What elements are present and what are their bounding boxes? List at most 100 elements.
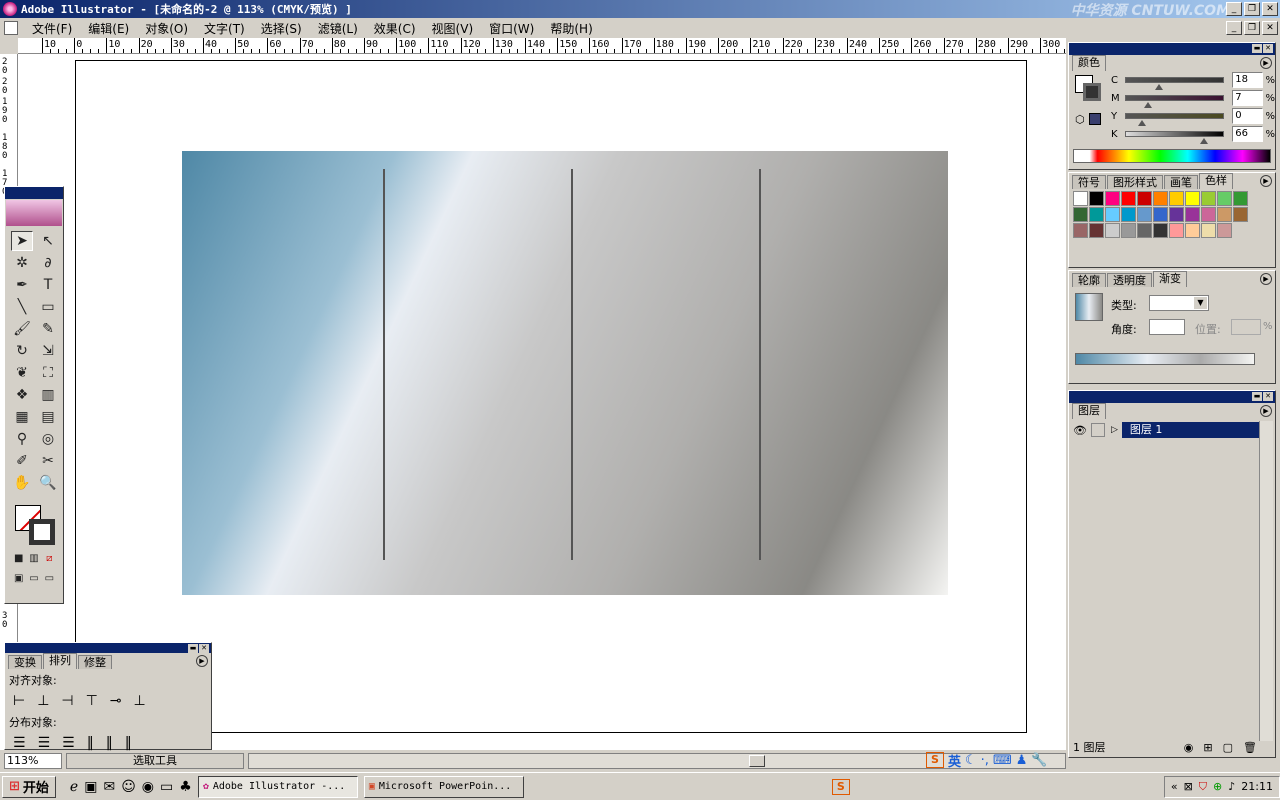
make-clipping-mask-icon[interactable]: ◉	[1184, 741, 1194, 754]
graph-tool-icon[interactable]: ▥	[37, 385, 59, 405]
horizontal-ruler[interactable]: 10 0 10 20 30 40 50 60 70 80 90 100 110 120 130 140 150 1…	[18, 38, 1066, 54]
slice-tool-icon[interactable]: ✐	[11, 451, 33, 471]
menu-help[interactable]: 帮助(H)	[542, 20, 600, 37]
layer-row[interactable]: 👁 ▷ 图层 1	[1073, 421, 1261, 439]
menu-object[interactable]: 对象(O)	[137, 20, 196, 37]
cyan-value[interactable]: 18	[1232, 72, 1264, 88]
explorer-icon[interactable]: ◉	[142, 779, 154, 795]
ime-keyboard-icon[interactable]: ⌨	[993, 753, 1012, 768]
tab-transparency[interactable]: 透明度	[1107, 273, 1152, 287]
close-button[interactable]: ✕	[1262, 2, 1278, 16]
panel-menu-arrow-icon[interactable]: ▶	[1260, 57, 1272, 69]
ime-mode-toggle[interactable]: 英	[948, 751, 961, 770]
screen-mode-menu-icon[interactable]: ▭	[28, 571, 39, 585]
menu-filter[interactable]: 滤镜(L)	[310, 20, 366, 37]
doc-minimize-button[interactable]: _	[1226, 21, 1242, 35]
minimize-button[interactable]: _	[1226, 2, 1242, 16]
gradient-angle-input[interactable]	[1149, 319, 1185, 335]
tab-symbols[interactable]: 符号	[1072, 175, 1106, 189]
color-swatch[interactable]	[1185, 191, 1200, 206]
menu-window[interactable]: 窗口(W)	[481, 20, 542, 37]
color-swatch[interactable]	[1217, 223, 1232, 238]
panel-minimize-button[interactable]: ▬	[1252, 392, 1262, 401]
rotate-tool-icon[interactable]: ↻	[11, 341, 33, 361]
color-swatch[interactable]	[1121, 223, 1136, 238]
panel-menu-arrow-icon[interactable]: ▶	[1260, 175, 1272, 187]
tray-sogou-icon[interactable]: S	[831, 778, 850, 795]
color-swatch[interactable]	[1121, 207, 1136, 222]
screen-mode-standard-icon[interactable]: ▣	[13, 571, 24, 585]
black-value[interactable]: 66	[1232, 126, 1264, 142]
distribute-right-icon[interactable]: ‖	[125, 735, 132, 751]
align-right-icon[interactable]: ⊣	[61, 693, 73, 709]
color-swatch[interactable]	[1169, 191, 1184, 206]
mesh-tool-icon[interactable]: ▦	[11, 407, 33, 427]
yellow-value[interactable]: 0	[1232, 108, 1264, 124]
menu-edit[interactable]: 编辑(E)	[80, 20, 137, 37]
out-of-gamut-icon[interactable]: ⬡	[1075, 113, 1085, 126]
color-swatch[interactable]	[1137, 207, 1152, 222]
cyan-slider[interactable]	[1124, 77, 1225, 90]
hand-tool-icon[interactable]: ✋	[11, 473, 33, 493]
panel-menu-arrow-icon[interactable]: ▶	[1260, 405, 1272, 417]
panel-menu-arrow-icon[interactable]: ▶	[1260, 273, 1272, 285]
outlook-icon[interactable]: ✉	[103, 779, 115, 795]
menu-effect[interactable]: 效果(C)	[366, 20, 424, 37]
ime-settings-icon[interactable]: 🔧	[1031, 753, 1047, 768]
sogou-ime-icon[interactable]: S	[926, 752, 944, 768]
doc-close-button[interactable]: ✕	[1262, 21, 1278, 35]
new-layer-icon[interactable]: ▢	[1223, 741, 1233, 754]
taskbar-powerpoint[interactable]: ▣ Microsoft PowerPoin...	[363, 775, 524, 798]
tab-color[interactable]: 颜色	[1072, 55, 1106, 71]
zoom-level-input[interactable]: 113%	[4, 753, 62, 769]
ime-user-icon[interactable]: ♟	[1016, 753, 1028, 768]
gradient-rectangle[interactable]	[182, 151, 948, 595]
color-swatch[interactable]	[1185, 223, 1200, 238]
panel-close-button[interactable]: ✕	[1263, 392, 1273, 401]
align-bottom-icon[interactable]: ⊥	[134, 693, 146, 709]
tray-expand-icon[interactable]: «	[1171, 780, 1178, 793]
color-swatch[interactable]	[1201, 191, 1216, 206]
color-spectrum-bar[interactable]	[1073, 149, 1271, 163]
color-swatch[interactable]	[1073, 223, 1088, 238]
magenta-slider[interactable]	[1124, 95, 1225, 108]
window-icon[interactable]: ▭	[160, 779, 173, 795]
selection-tool-icon[interactable]: ➤	[11, 231, 33, 251]
ime-punct-icon[interactable]: ·,	[981, 753, 989, 768]
current-color-swatch[interactable]	[1089, 113, 1101, 125]
tab-swatches[interactable]: 色样	[1199, 173, 1233, 189]
free-transform-tool-icon[interactable]: ⛶	[37, 363, 59, 383]
color-swatch[interactable]	[1201, 223, 1216, 238]
start-button[interactable]: ⊞ 开始	[2, 775, 56, 798]
scissors-tool-icon[interactable]: ✂	[37, 451, 59, 471]
messenger-icon[interactable]: ☺	[121, 779, 136, 795]
color-swatch[interactable]	[1073, 207, 1088, 222]
pen-tool-icon[interactable]: ✒	[11, 275, 33, 295]
direct-selection-tool-icon[interactable]: ↖	[37, 231, 59, 251]
distribute-center-h-icon[interactable]: ‖	[106, 735, 113, 751]
stroke-swatch[interactable]	[29, 519, 55, 545]
panel-close-button[interactable]: ✕	[199, 644, 209, 653]
tab-brushes[interactable]: 画笔	[1164, 175, 1198, 189]
color-mode-icon[interactable]: ■	[13, 551, 24, 565]
gradient-type-select[interactable]: ▼	[1149, 295, 1209, 311]
desktop-icon[interactable]: ▣	[84, 779, 97, 795]
color-swatch[interactable]	[1233, 207, 1248, 222]
tab-align[interactable]: 排列	[43, 653, 77, 669]
color-swatch[interactable]	[1201, 207, 1216, 222]
distribute-top-icon[interactable]: ☰	[13, 735, 26, 751]
gradient-position-input[interactable]	[1231, 319, 1261, 335]
color-swatch[interactable]	[1089, 207, 1104, 222]
symbol-sprayer-tool-icon[interactable]: ❖	[11, 385, 33, 405]
scale-tool-icon[interactable]: ⇲	[37, 341, 59, 361]
paintbrush-tool-icon[interactable]: 🖌	[11, 319, 33, 339]
panel-menu-arrow-icon[interactable]: ▶	[196, 655, 208, 667]
ie-icon[interactable]: ℯ	[70, 779, 78, 795]
toolbox-flower-logo[interactable]	[6, 200, 62, 226]
ime-moon-icon[interactable]: ☾	[965, 753, 977, 768]
color-swatch[interactable]	[1089, 191, 1104, 206]
color-swatch[interactable]	[1153, 207, 1168, 222]
black-slider[interactable]	[1124, 131, 1225, 144]
restore-button[interactable]: ❐	[1244, 2, 1260, 16]
color-swatch[interactable]	[1169, 223, 1184, 238]
